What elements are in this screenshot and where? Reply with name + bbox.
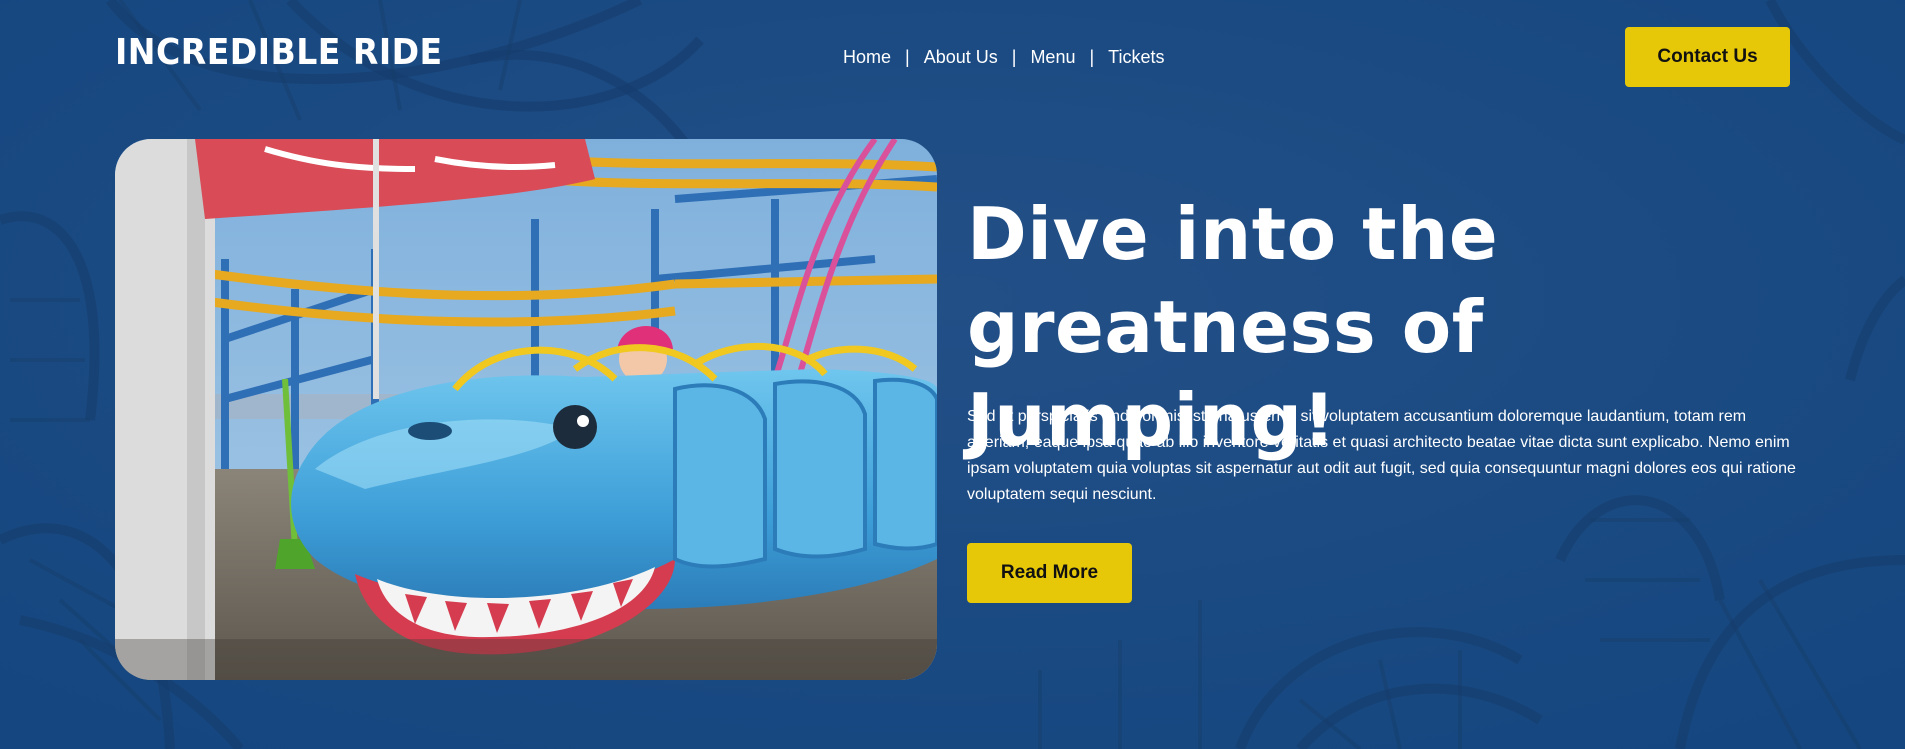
site-header: INCREDIBLE RIDE Home | About Us | Menu |… [0, 0, 1905, 116]
nav-item-about-us[interactable]: About Us [924, 44, 998, 70]
contact-us-button[interactable]: Contact Us [1625, 27, 1790, 87]
nav-separator: | [1011, 47, 1017, 67]
nav-item-tickets[interactable]: Tickets [1108, 44, 1164, 70]
landing-page: INCREDIBLE RIDE Home | About Us | Menu |… [0, 0, 1905, 749]
nav-separator: | [1089, 47, 1095, 67]
shark-ride-illustration [115, 139, 937, 680]
hero-image [115, 139, 937, 680]
brand-logo[interactable]: INCREDIBLE RIDE [115, 30, 443, 76]
main-nav: Home | About Us | Menu | Tickets [843, 44, 1165, 70]
nav-item-menu[interactable]: Menu [1030, 44, 1075, 70]
nav-item-home[interactable]: Home [843, 44, 891, 70]
nav-separator: | [905, 47, 910, 67]
read-more-button[interactable]: Read More [967, 543, 1132, 603]
hero-description: Sed ut perspiciatis unde omnis iste natu… [967, 408, 1796, 503]
